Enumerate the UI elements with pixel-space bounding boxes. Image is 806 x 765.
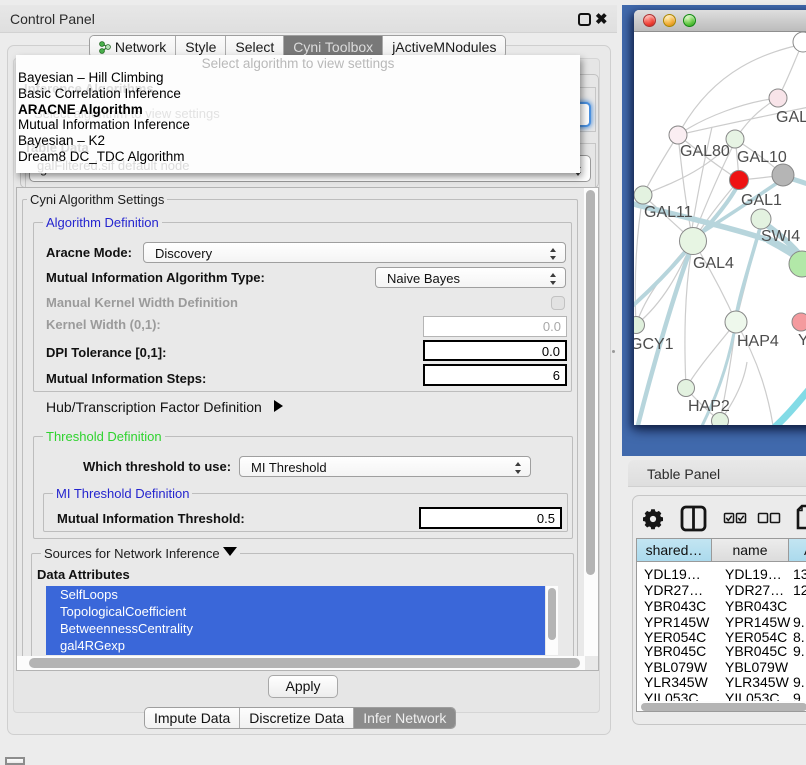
svg-text:GAL7: GAL7 [776,109,806,126]
svg-text:SWI4: SWI4 [761,228,800,245]
svg-text:GAL11: GAL11 [644,204,693,221]
svg-text:GAL4: GAL4 [693,255,734,272]
svg-text:GAL10: GAL10 [737,149,787,166]
svg-text:GAL80: GAL80 [680,143,730,160]
svg-text:GAL1: GAL1 [741,192,782,209]
svg-text:HAP2: HAP2 [688,398,730,415]
svg-text:HAP4: HAP4 [737,333,779,350]
svg-text:YL: YL [798,332,806,349]
svg-text:GCY1: GCY1 [634,336,674,353]
